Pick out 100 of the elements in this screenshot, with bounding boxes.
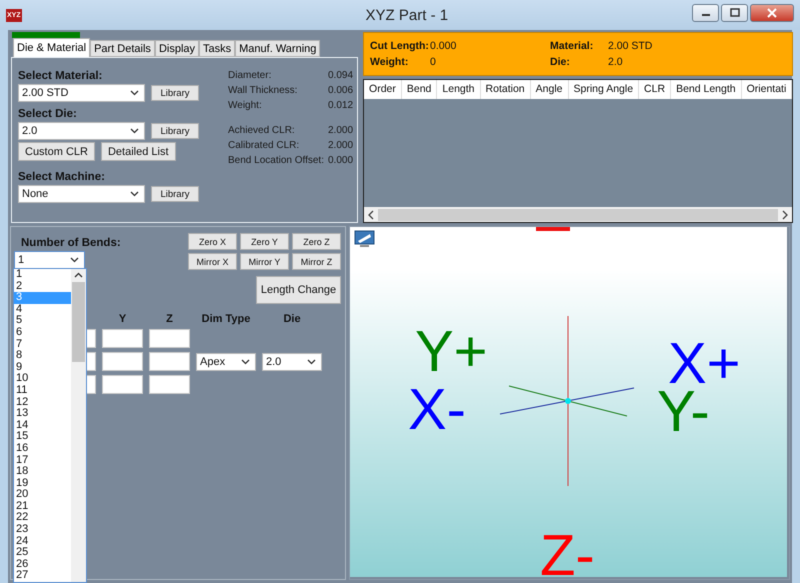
column-header[interactable]: Spring Angle: [568, 80, 640, 99]
tab[interactable]: Part Details: [90, 40, 155, 57]
tab[interactable]: Die & Material: [13, 38, 90, 57]
axis-button[interactable]: Zero X: [188, 233, 237, 250]
minimize-button[interactable]: [692, 4, 719, 22]
dropdown-option[interactable]: 18: [14, 466, 71, 478]
summary-label: Weight:: [370, 56, 410, 68]
dropdown-option[interactable]: 2: [14, 280, 71, 292]
property-value: 0.012: [328, 100, 354, 111]
custom-clr-button[interactable]: Custom CLR: [18, 142, 95, 161]
window-title: XYZ Part - 1: [364, 6, 448, 24]
dropdown-option[interactable]: 10: [14, 373, 71, 385]
summary-value: 0.000: [430, 40, 458, 52]
dropdown-option[interactable]: 6: [14, 326, 71, 339]
dropdown-option[interactable]: 26: [14, 558, 71, 570]
maximize-button[interactable]: [721, 4, 748, 22]
axis-button[interactable]: Zero Z: [292, 233, 341, 250]
property-value: 0.006: [328, 85, 354, 96]
dropdown-option[interactable]: 27: [14, 570, 71, 582]
dropdown-option[interactable]: 22: [14, 512, 71, 524]
dropdown-option[interactable]: 5: [14, 315, 71, 327]
property-label: Achieved CLR:: [228, 125, 296, 136]
tab[interactable]: Manuf. Warning: [235, 40, 320, 57]
tab[interactable]: Tasks: [199, 40, 236, 57]
column-header: Z: [165, 313, 174, 325]
summary-label: Cut Length:: [370, 40, 430, 52]
column-header[interactable]: Bend: [402, 80, 438, 99]
dropdown-option[interactable]: 16: [14, 442, 71, 454]
dropdown-option[interactable]: 1: [14, 269, 71, 281]
column-header: Die: [282, 313, 302, 325]
dim-type-dropdown[interactable]: Apex: [196, 352, 256, 370]
dropdown-option[interactable]: 15: [14, 431, 71, 443]
dropdown-option[interactable]: 17: [14, 454, 71, 466]
column-header[interactable]: Rotation: [480, 80, 531, 99]
input-field[interactable]: [149, 352, 190, 371]
property-value: 2.000: [328, 140, 354, 151]
input-field[interactable]: [102, 352, 143, 371]
dropdown-option[interactable]: 21: [14, 500, 71, 512]
axis-button[interactable]: Mirror Z: [292, 253, 341, 270]
chevron-icon: [130, 128, 139, 134]
library-button[interactable]: Library: [151, 186, 199, 202]
die-dropdown[interactable]: 2.0: [262, 352, 322, 370]
die-dropdown[interactable]: 2.0: [18, 122, 145, 140]
field-label: Select Material:: [18, 70, 104, 82]
dropdown-option[interactable]: 8: [14, 350, 71, 362]
maximize-icon: [730, 8, 740, 18]
summary-value: 0: [430, 56, 437, 68]
scroll-up-icon: [74, 272, 83, 278]
column-header[interactable]: Order: [364, 80, 402, 99]
dropdown-option[interactable]: 19: [14, 478, 71, 490]
dropdown-option[interactable]: 4: [14, 304, 71, 316]
dropdown-option[interactable]: 25: [14, 547, 71, 559]
axis-button[interactable]: Mirror X: [188, 253, 237, 270]
field-label: Select Die:: [18, 108, 78, 120]
dropdown-option[interactable]: 11: [14, 384, 71, 397]
machine-dropdown[interactable]: None: [18, 185, 145, 203]
close-button[interactable]: [750, 4, 794, 22]
library-button[interactable]: Library: [151, 123, 199, 139]
dropdown-option[interactable]: 14: [14, 420, 71, 432]
dropdown-option[interactable]: 12: [14, 396, 71, 408]
dropdown-option[interactable]: 24: [14, 536, 71, 548]
status-strip: [12, 32, 80, 38]
chevron-icon: [241, 358, 250, 364]
axis-button[interactable]: Mirror Y: [240, 253, 289, 270]
bends-dropdown[interactable]: 1: [14, 251, 85, 269]
dropdown-option[interactable]: 23: [14, 524, 71, 536]
field-label: Select Machine:: [18, 171, 106, 183]
property-value: 0.094: [328, 70, 354, 81]
column-header[interactable]: Orientati: [742, 80, 792, 99]
close-icon: [767, 8, 777, 18]
axis-button[interactable]: Zero Y: [240, 233, 289, 250]
input-field[interactable]: [149, 329, 190, 348]
dropdown-option[interactable]: 20: [14, 489, 71, 501]
chevron-icon: [307, 358, 316, 364]
dropdown-option[interactable]: 7: [14, 338, 71, 350]
horizontal-scrollbar[interactable]: [364, 207, 792, 222]
input-field[interactable]: [102, 375, 143, 394]
detailed-list-button[interactable]: Detailed List: [100, 142, 176, 161]
column-header[interactable]: CLR: [639, 80, 672, 99]
axis-marker: [536, 227, 570, 231]
column-header[interactable]: Angle: [530, 80, 568, 99]
length-change-button[interactable]: Length Change: [256, 276, 341, 304]
summary-value: 2.00 STD: [608, 40, 654, 52]
property-label: Wall Thickness:: [228, 85, 298, 96]
column-header[interactable]: Bend Length: [671, 80, 742, 99]
library-button[interactable]: Library: [151, 85, 199, 101]
dropdown-option[interactable]: 13: [14, 408, 71, 420]
input-field[interactable]: [102, 329, 143, 348]
tab[interactable]: Display: [154, 40, 200, 57]
dropdown-option[interactable]: 9: [14, 362, 71, 374]
input-field[interactable]: [149, 375, 190, 394]
column-header: Y: [118, 313, 128, 325]
vertical-scrollbar[interactable]: [71, 269, 86, 582]
scrollbar-thumb[interactable]: [72, 282, 85, 362]
property-label: Weight:: [228, 100, 263, 111]
column-header: Dim Type: [200, 313, 252, 325]
axis-label: Z-: [540, 523, 595, 577]
column-header[interactable]: Length: [437, 80, 481, 99]
scrollbar-thumb[interactable]: [378, 208, 778, 220]
material-dropdown[interactable]: 2.00 STD: [18, 84, 145, 102]
